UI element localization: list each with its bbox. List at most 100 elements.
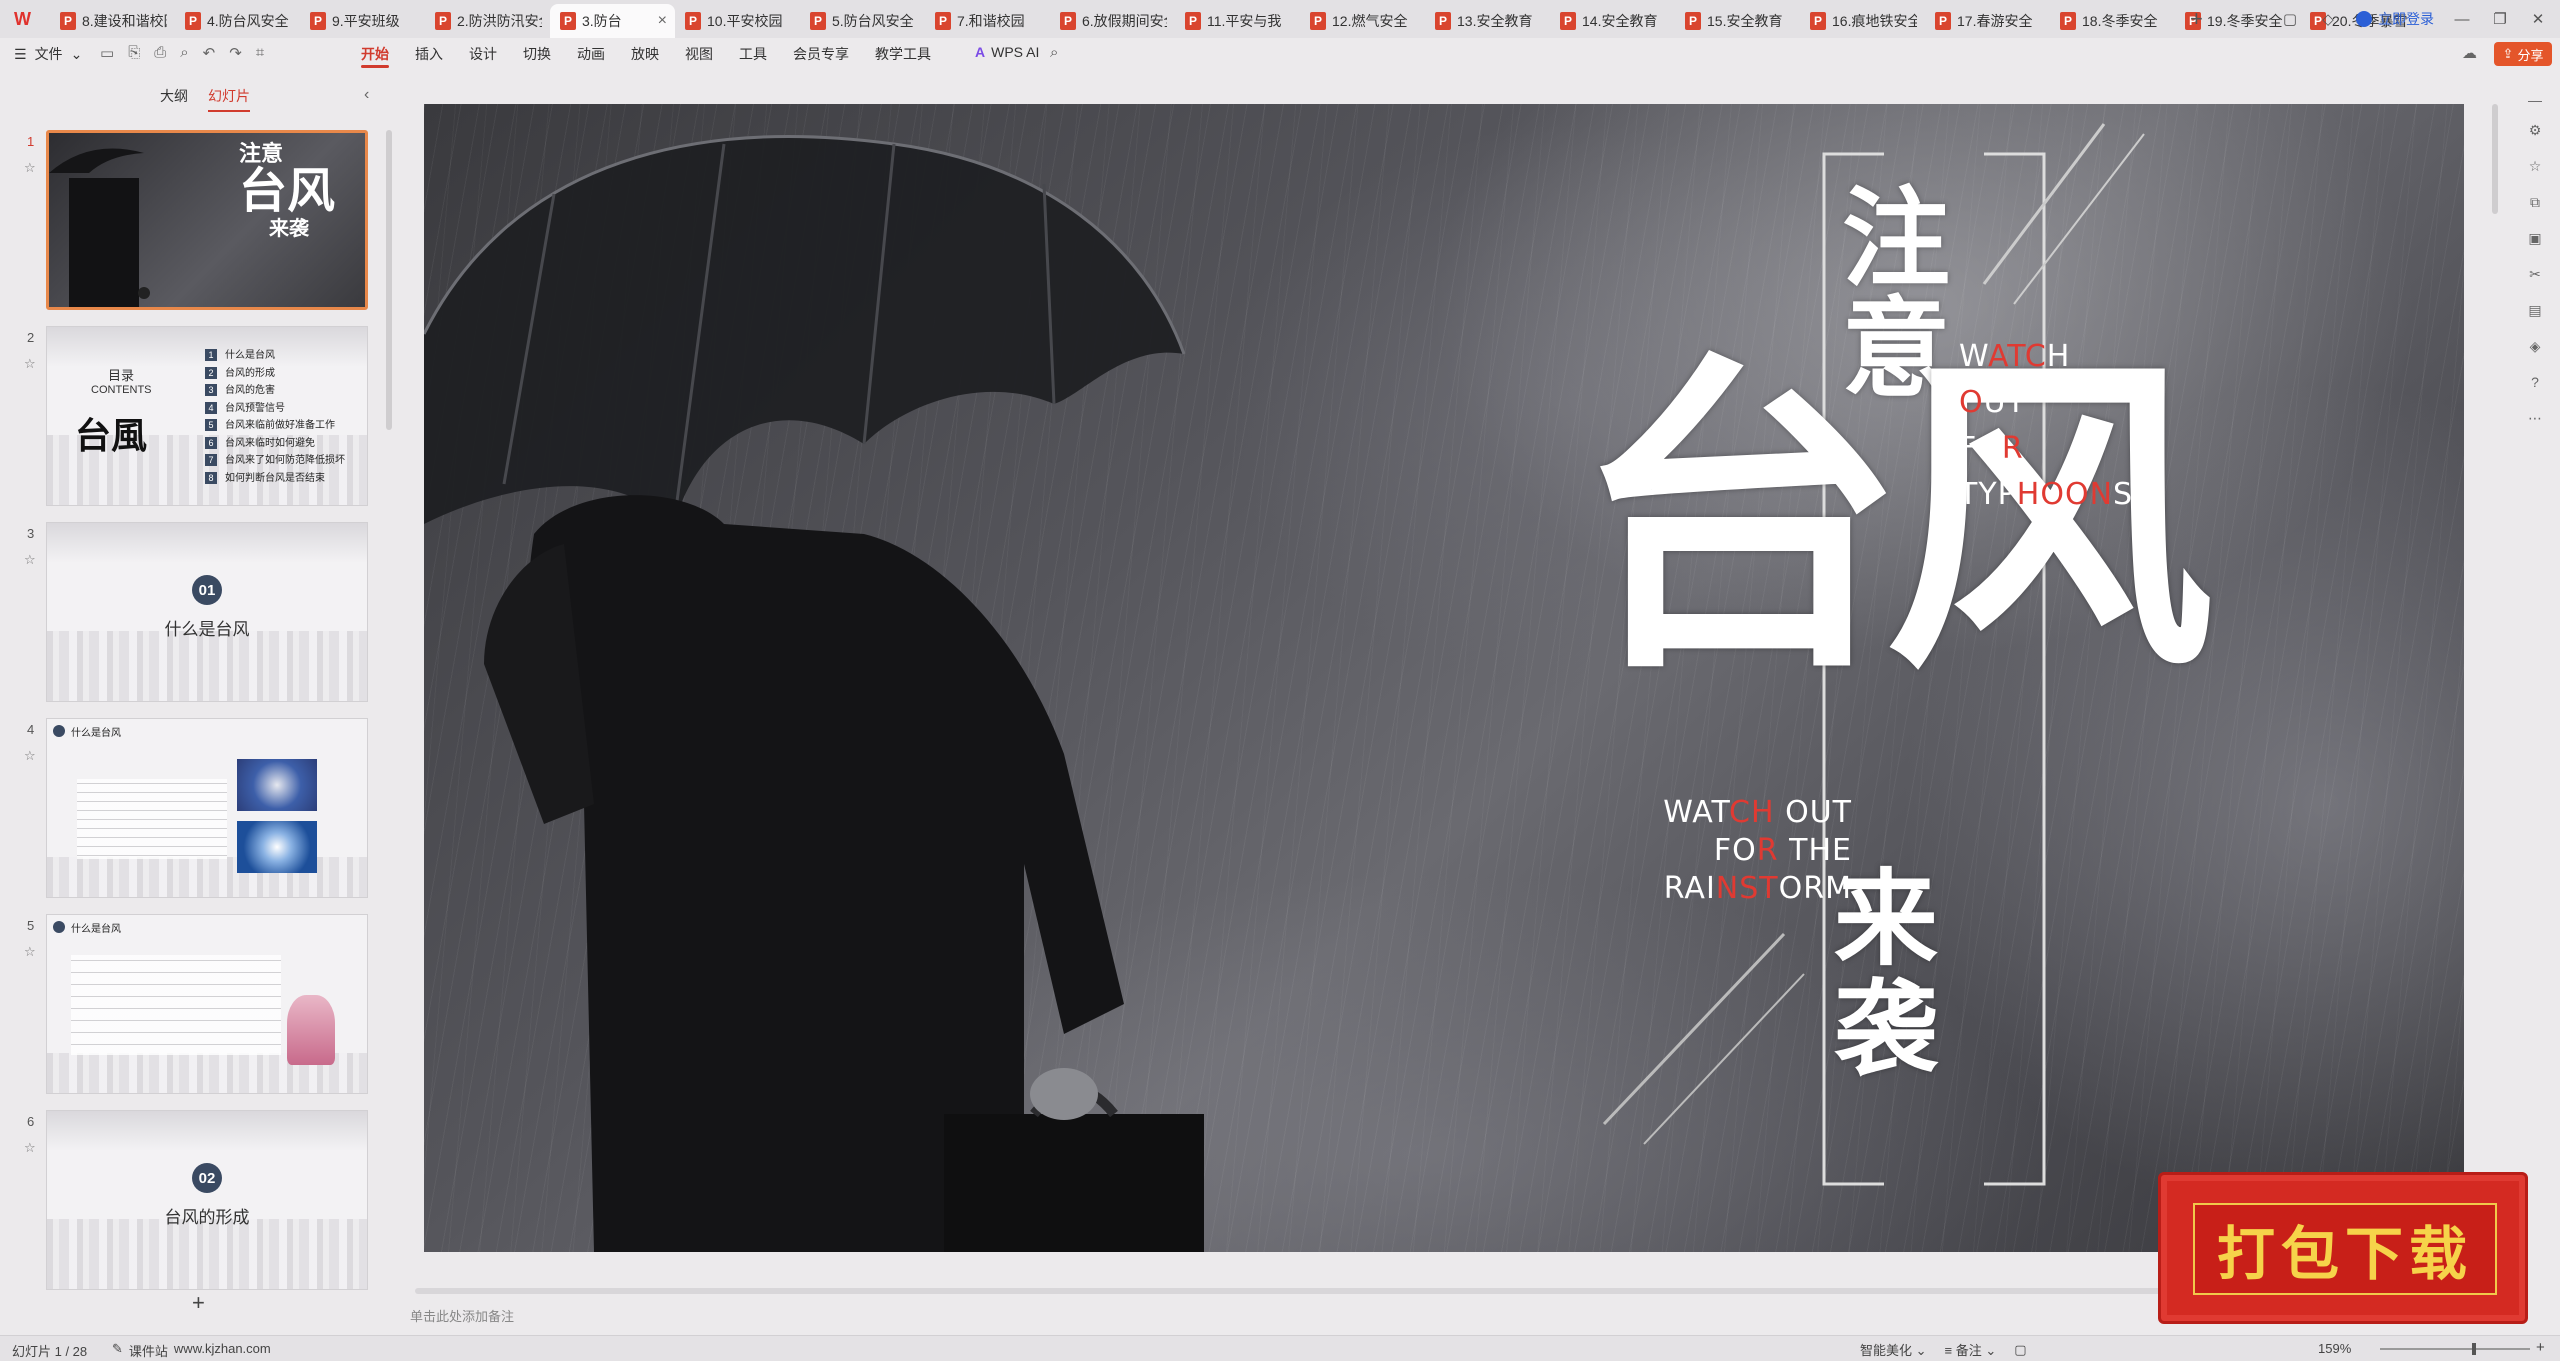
minimize-panel-icon[interactable]: — bbox=[2526, 92, 2544, 110]
ribbon-tab[interactable]: 视图 bbox=[672, 38, 726, 70]
notes-toggle-button[interactable]: ≡ 备注 ⌄ bbox=[1945, 1340, 1997, 1359]
collapse-panel-icon[interactable]: ‹ bbox=[364, 86, 369, 104]
preview-icon[interactable]: ⌕ bbox=[180, 44, 188, 62]
file-menu-label: 文件 bbox=[34, 46, 63, 62]
slide-thumbnail-5[interactable]: 5 ☆ 什么是台风 bbox=[0, 914, 380, 1096]
tab-outline[interactable]: 大纲 bbox=[160, 86, 188, 106]
thumbnail-scrollbar[interactable] bbox=[386, 130, 392, 430]
ribbon-tab[interactable]: 插入 bbox=[402, 38, 456, 70]
tools-icon[interactable]: ✂ bbox=[2526, 266, 2544, 284]
slide-thumbnail-6[interactable]: 6 ☆ 02 台风的形成 bbox=[0, 1110, 380, 1292]
ribbon-tab[interactable]: 会员专享 bbox=[780, 38, 862, 70]
wps-logo-icon[interactable]: W bbox=[14, 9, 36, 29]
login-button[interactable]: 立即登录 bbox=[2356, 9, 2434, 29]
document-tab[interactable]: P 14.安全教育 bbox=[1550, 4, 1675, 38]
star-icon[interactable]: ☆ bbox=[2526, 158, 2544, 176]
site-label: 课件站 bbox=[128, 1344, 168, 1359]
document-tab[interactable]: P 11.平安与我 bbox=[1175, 4, 1300, 38]
undo-icon[interactable]: ↶ bbox=[203, 44, 216, 62]
slide-number: 5 bbox=[27, 918, 35, 933]
document-tab[interactable]: P 16.痕地铁安全 bbox=[1800, 4, 1925, 38]
document-tabs: P8.建设和谐校园P4.防台风安全P9.平安班级P2.防洪防汛安全P3.防台×P… bbox=[50, 4, 2425, 38]
tab-slides[interactable]: 幻灯片 bbox=[208, 86, 250, 112]
document-tab[interactable]: P 10.平安校园 bbox=[675, 4, 800, 38]
tab-label: 12.燃气安全 bbox=[1332, 13, 1408, 29]
ribbon-tab[interactable]: 教学工具 bbox=[862, 38, 944, 70]
star-icon[interactable]: ☆ bbox=[24, 1140, 36, 1156]
copy-icon[interactable]: ⧉ bbox=[2526, 194, 2544, 212]
window-layout-icon[interactable]: ▢ bbox=[2280, 9, 2300, 29]
star-icon[interactable]: ☆ bbox=[24, 552, 36, 568]
document-tab[interactable]: P 9.平安班级 bbox=[300, 4, 425, 38]
wps-ai-button[interactable]: A WPS AI bbox=[975, 44, 1039, 60]
close-window-icon[interactable]: ✕ bbox=[2528, 9, 2548, 29]
document-tab[interactable]: P 17.春游安全 bbox=[1925, 4, 2050, 38]
smart-beautify-button[interactable]: 智能美化 ⌄ bbox=[1860, 1340, 1927, 1359]
add-slide-button[interactable]: + bbox=[192, 1290, 205, 1316]
zoom-slider[interactable] bbox=[2380, 1348, 2530, 1350]
help-icon[interactable]: ? bbox=[2526, 374, 2544, 392]
zoom-slider-knob[interactable] bbox=[2472, 1343, 2476, 1355]
star-icon[interactable]: ☆ bbox=[24, 160, 36, 176]
slide-header: 什么是台风 bbox=[71, 728, 121, 739]
ribbon-tab[interactable]: 放映 bbox=[618, 38, 672, 70]
star-icon[interactable]: ☆ bbox=[24, 748, 36, 764]
section-title: 什么是台风 bbox=[164, 620, 250, 639]
new-tab-icon[interactable]: + bbox=[2190, 6, 2203, 32]
search-icon[interactable]: ⌕ bbox=[1050, 44, 1058, 61]
zoom-level[interactable]: 159% bbox=[2318, 1341, 2351, 1356]
ribbon-tab[interactable]: 设计 bbox=[456, 38, 510, 70]
canvas-vertical-scrollbar[interactable] bbox=[2492, 104, 2498, 214]
toc-item: 5 台风来临前做好准备工作 bbox=[205, 417, 345, 435]
export-icon[interactable]: ⎘ bbox=[128, 44, 140, 62]
document-tab[interactable]: P 6.放假期间安全 bbox=[1050, 4, 1175, 38]
slide-thumbnail-4[interactable]: 4 ☆ 什么是台风 bbox=[0, 718, 380, 900]
more-icon[interactable]: ⋯ bbox=[2526, 410, 2544, 428]
document-tab[interactable]: P 15.安全教育 bbox=[1675, 4, 1800, 38]
share-button[interactable]: ⇪ 分享 bbox=[2494, 42, 2552, 66]
slide-preview: 什么是台风 bbox=[46, 914, 368, 1094]
shield-icon[interactable]: ◈ bbox=[2526, 338, 2544, 356]
document-tab[interactable]: P 3.防台 × bbox=[550, 4, 675, 38]
current-slide[interactable]: 注意 台风 来袭 WATCH OUT FOR TYPHOONS WATCH OU… bbox=[424, 104, 2464, 1252]
star-icon[interactable]: ☆ bbox=[24, 356, 36, 372]
restore-icon[interactable]: ❐ bbox=[2490, 9, 2510, 29]
document-tab[interactable]: P 2.防洪防汛安全 bbox=[425, 4, 550, 38]
properties-icon[interactable]: ⚙ bbox=[2526, 122, 2544, 140]
format-painter-icon[interactable]: ⌗ bbox=[256, 44, 264, 62]
book-icon[interactable]: ▤ bbox=[2526, 302, 2544, 320]
document-tab[interactable]: P 7.和谐校园 bbox=[925, 4, 1050, 38]
redo-icon[interactable]: ↷ bbox=[229, 44, 242, 62]
zoom-in-icon[interactable]: + bbox=[2536, 1339, 2545, 1356]
canvas-horizontal-scrollbar[interactable] bbox=[415, 1288, 2195, 1294]
document-tab[interactable]: P 8.建设和谐校园 bbox=[50, 4, 175, 38]
slide-thumbnail-3[interactable]: 3 ☆ 01 什么是台风 bbox=[0, 522, 380, 704]
file-menu[interactable]: ☰ 文件 ⌄ bbox=[14, 44, 82, 64]
save-icon[interactable]: ▭ bbox=[100, 44, 114, 62]
toc-item-number: 2 bbox=[205, 366, 217, 379]
ribbon-tab[interactable]: 工具 bbox=[726, 38, 780, 70]
download-banner[interactable]: 打包下载 bbox=[2158, 1172, 2528, 1324]
cloud-sync-icon[interactable]: ☁ bbox=[2462, 44, 2477, 62]
ribbon-tab[interactable]: 动画 bbox=[564, 38, 618, 70]
ribbon-tab[interactable]: 开始 bbox=[348, 38, 402, 70]
title-kanji-bottom: 来袭 bbox=[1834, 857, 1939, 1090]
toc-item-number: 7 bbox=[205, 454, 217, 466]
close-tab-icon[interactable]: × bbox=[658, 12, 667, 30]
slide-thumbnail-2[interactable]: 2 ☆ 目录 CONTENTS 台風 1 什么是台风 2 台风的形成 3 台风的危害 4 台风… bbox=[0, 326, 380, 508]
print-icon[interactable]: ⎙ bbox=[154, 44, 166, 62]
document-tab[interactable]: P 18.冬季安全 bbox=[2050, 4, 2175, 38]
document-tab[interactable]: P 4.防台风安全 bbox=[175, 4, 300, 38]
document-tab[interactable]: P 13.安全教育 bbox=[1425, 4, 1550, 38]
comment-icon[interactable]: ▢ bbox=[2014, 1342, 2026, 1358]
cube-icon[interactable]: ◇ bbox=[2318, 9, 2338, 29]
notes-placeholder[interactable]: 单击此处添加备注 bbox=[410, 1306, 514, 1325]
document-tab[interactable]: P 5.防台风安全 bbox=[800, 4, 925, 38]
star-icon[interactable]: ☆ bbox=[24, 944, 36, 960]
document-tab[interactable]: P 12.燃气安全 bbox=[1300, 4, 1425, 38]
minimize-icon[interactable]: — bbox=[2452, 9, 2472, 29]
thumb-kanji-main: 台风 bbox=[239, 163, 336, 219]
slide-thumbnail-1[interactable]: 1 ☆ 注意 台风 来袭 bbox=[0, 130, 380, 312]
ribbon-tab[interactable]: 切换 bbox=[510, 38, 564, 70]
image-icon[interactable]: ▣ bbox=[2526, 230, 2544, 248]
